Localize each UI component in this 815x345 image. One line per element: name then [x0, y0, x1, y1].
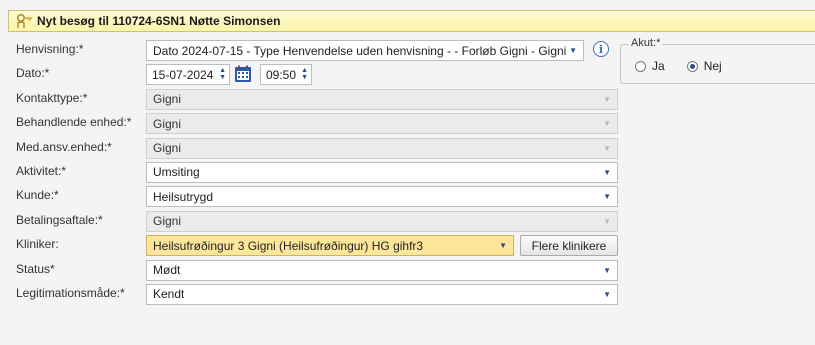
window-titlebar: Nyt besøg til 110724-6SN1 Nøtte Simonsen — [8, 10, 815, 32]
akut-nej-radio[interactable] — [686, 60, 698, 72]
chevron-down-icon: ▼ — [603, 289, 611, 299]
status-select[interactable]: Mødt ▼ — [146, 259, 618, 281]
date-input[interactable]: 15-07-2024 ▲ ▼ — [146, 64, 230, 86]
chevron-down-icon: ▼ — [603, 192, 611, 202]
medansv-label: Med.ansv.enhed:* — [16, 139, 112, 154]
betalingsaftale-select: Gigni ▼ — [146, 210, 618, 232]
chevron-down-icon: ▼ — [603, 119, 611, 129]
chevron-down-icon: ▼ — [569, 46, 577, 55]
behandlende-value: Gigni — [153, 116, 182, 131]
legitimation-value: Kendt — [153, 287, 185, 302]
betalingsaftale-value: Gigni — [153, 214, 182, 229]
kliniker-select[interactable]: Heilsufrøðingur 3 Gigni (Heilsufrøðingur… — [146, 235, 514, 257]
akut-label: Akut:* — [629, 37, 663, 49]
kunde-value: Heilsutrygd — [153, 189, 214, 204]
window-title: Nyt besøg til 110724-6SN1 Nøtte Simonsen — [37, 14, 281, 28]
date-spinner-icon[interactable]: ▲ ▼ — [219, 67, 226, 81]
chevron-down-icon: ▼ — [499, 241, 507, 251]
kontakttype-select: Gigni ▼ — [146, 88, 618, 110]
row-status: Status* Mødt ▼ — [8, 258, 618, 282]
row-behandlende: Behandlende enhed:* Gigni ▼ — [8, 111, 618, 135]
akut-radio-row: Ja Nej — [635, 59, 738, 73]
akut-group: Akut:* Ja Nej — [620, 37, 815, 84]
chevron-down-icon: ▼ — [603, 216, 611, 226]
aktivitet-value: Umsiting — [153, 165, 200, 180]
aktivitet-select[interactable]: Umsiting ▼ — [146, 161, 618, 183]
kontakttype-label: Kontakttype:* — [16, 90, 88, 105]
row-legitimation: Legitimationsmåde:* Kendt ▼ — [8, 282, 618, 306]
medansv-value: Gigni — [153, 141, 182, 156]
aktivitet-label: Aktivitet:* — [16, 163, 67, 178]
visit-form: Henvisning:* Dato 2024-07-15 - Type Henv… — [8, 38, 618, 306]
legitimation-label: Legitimationsmåde:* — [16, 285, 125, 300]
row-aktivitet: Aktivitet:* Umsiting ▼ — [8, 160, 618, 184]
time-spinner-icon[interactable]: ▲ ▼ — [301, 67, 308, 81]
henvisning-label: Henvisning:* — [16, 42, 84, 56]
henvisning-value: Dato 2024-07-15 - Type Henvendelse uden … — [153, 43, 567, 58]
key-person-icon — [16, 13, 32, 28]
behandlende-select: Gigni ▼ — [146, 113, 618, 135]
kunde-label: Kunde:* — [16, 188, 59, 203]
calendar-icon[interactable] — [234, 65, 252, 83]
kunde-select[interactable]: Heilsutrygd ▼ — [146, 186, 618, 208]
row-medansv: Med.ansv.enhed:* Gigni ▼ — [8, 136, 618, 160]
row-betalingsaftale: Betalingsaftale:* Gigni ▼ — [8, 209, 618, 233]
kontakttype-value: Gigni — [153, 92, 182, 107]
time-value: 09:50 — [266, 67, 297, 82]
kliniker-value: Heilsufrøðingur 3 Gigni (Heilsufrøðingur… — [153, 238, 424, 253]
date-value: 15-07-2024 — [152, 67, 214, 82]
medansv-select: Gigni ▼ — [146, 137, 618, 159]
row-dato: Dato:* 15-07-2024 ▲ ▼ 09:50 ▲ ▼ — [8, 62, 618, 86]
akut-ja-radio[interactable] — [635, 60, 646, 72]
row-kliniker: Kliniker: Heilsufrøðingur 3 Gigni (Heils… — [8, 233, 618, 257]
akut-ja-label[interactable]: Ja — [652, 59, 665, 73]
time-input[interactable]: 09:50 ▲ ▼ — [260, 64, 312, 86]
flere-klinikere-button[interactable]: Flere klinikere — [520, 235, 618, 257]
akut-nej-label[interactable]: Nej — [704, 59, 722, 73]
row-kunde: Kunde:* Heilsutrygd ▼ — [8, 184, 618, 208]
chevron-down-icon: ▼ — [603, 94, 611, 104]
row-henvisning: Henvisning:* Dato 2024-07-15 - Type Henv… — [8, 38, 618, 62]
row-kontakttype: Kontakttype:* Gigni ▼ — [8, 87, 618, 111]
chevron-down-icon: ▼ — [603, 265, 611, 275]
kliniker-label: Kliniker: — [16, 237, 59, 252]
status-label: Status* — [16, 261, 55, 276]
legitimation-select[interactable]: Kendt ▼ — [146, 283, 618, 305]
info-icon[interactable]: i — [593, 41, 609, 57]
betalingsaftale-label: Betalingsaftale:* — [16, 212, 103, 227]
behandlende-label: Behandlende enhed:* — [16, 115, 132, 130]
henvisning-select[interactable]: Dato 2024-07-15 - Type Henvendelse uden … — [146, 40, 584, 61]
status-value: Mødt — [153, 263, 181, 278]
chevron-down-icon: ▼ — [603, 143, 611, 153]
chevron-down-icon: ▼ — [603, 167, 611, 177]
dato-label: Dato:* — [16, 66, 50, 81]
